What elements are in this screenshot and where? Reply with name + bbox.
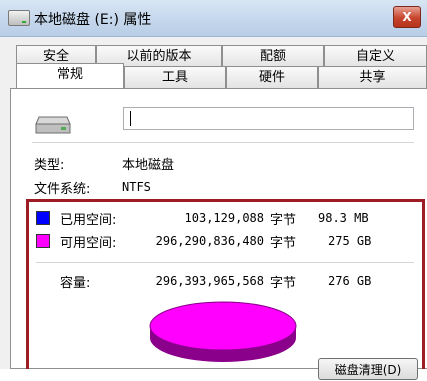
tab-customize[interactable]: 自定义 (324, 45, 427, 67)
capacity-label: 容量: (60, 276, 91, 291)
capacity-size: 276 GB (328, 274, 372, 288)
used-space-bytes: 103,129,088 (184, 211, 264, 225)
tab-general[interactable]: 常规 (16, 63, 124, 88)
capacity-bytes: 296,393,965,568 (155, 274, 264, 288)
tab-sharing[interactable]: 共享 (318, 66, 427, 88)
used-space-unit: 字节 (270, 213, 297, 228)
tab-hardware[interactable]: 硬件 (226, 66, 318, 88)
free-space-unit: 字节 (270, 236, 297, 251)
window-title: 本地磁盘 (E:) 属性 (34, 12, 152, 28)
free-space-label: 可用空间: (60, 236, 117, 251)
close-icon[interactable]: X (393, 6, 421, 28)
title-bar: 本地磁盘 (E:) 属性 X (0, 0, 427, 37)
type-label: 类型: (34, 158, 65, 173)
free-space-color-swatch (36, 234, 50, 248)
disk-usage-pie (149, 301, 297, 362)
tab-quota[interactable]: 配额 (222, 45, 324, 67)
free-space-size: 275 GB (328, 234, 372, 248)
divider (36, 262, 414, 263)
used-space-size: 98.3 MB (318, 211, 369, 225)
disk-cleanup-button[interactable]: 磁盘清理(D) (318, 358, 418, 380)
free-space-bytes: 296,290,836,480 (155, 234, 264, 248)
type-value: 本地磁盘 (122, 158, 175, 173)
used-space-color-swatch (36, 211, 50, 225)
file-system-value: NTFS (122, 180, 151, 194)
pie-free-slice (149, 301, 297, 351)
tab-tools[interactable]: 工具 (124, 66, 226, 88)
used-space-label: 已用空间: (60, 213, 117, 228)
divider (32, 142, 414, 143)
title-drive-icon (8, 10, 30, 26)
text-caret (130, 111, 131, 126)
drive-icon (35, 116, 71, 134)
capacity-unit: 字节 (270, 276, 297, 291)
drive-name-input[interactable] (123, 107, 414, 130)
file-system-label: 文件系统: (34, 182, 91, 197)
